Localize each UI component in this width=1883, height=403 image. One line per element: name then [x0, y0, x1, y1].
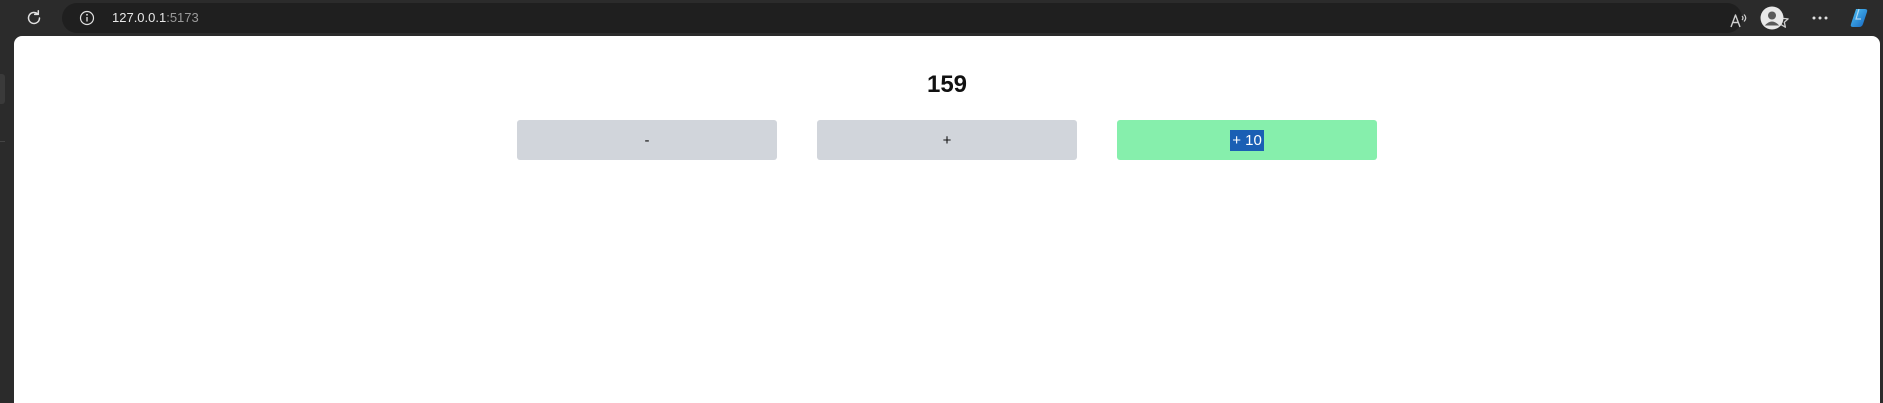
reload-icon	[27, 10, 41, 25]
info-icon[interactable]	[79, 10, 95, 26]
reload-button[interactable]	[22, 6, 46, 30]
decrement-button-label: -	[644, 131, 650, 149]
copilot-button[interactable]	[1848, 6, 1872, 30]
profile-icon	[1760, 6, 1784, 30]
copilot-icon	[1850, 8, 1868, 27]
url-host: 127.0.0.1	[112, 10, 167, 25]
read-aloud-icon	[1730, 14, 1747, 28]
page-viewport: 159 - + + 10	[14, 36, 1880, 403]
sidebar-edge-divider	[0, 141, 5, 142]
address-bar[interactable]: 127.0.0.1:5173	[62, 3, 1789, 33]
more-button[interactable]	[1808, 6, 1832, 30]
browser-window: 127.0.0.1:5173 159 - + + 10	[0, 0, 1883, 403]
counter-value: 159	[926, 71, 968, 98]
profile-button[interactable]	[1760, 6, 1784, 30]
increment-ten-button-label: + 10	[1230, 129, 1264, 151]
sidebar-edge-tab[interactable]	[0, 74, 5, 104]
more-icon	[1812, 16, 1828, 20]
increment-button[interactable]: +	[817, 120, 1077, 160]
decrement-button[interactable]: -	[517, 120, 777, 160]
url-port: :5173	[166, 10, 199, 25]
url-text[interactable]: 127.0.0.1:5173	[112, 10, 199, 26]
read-aloud-button[interactable]	[1727, 9, 1751, 33]
increment-ten-button[interactable]: + 10	[1117, 120, 1377, 160]
browser-toolbar: 127.0.0.1:5173	[0, 0, 1883, 36]
increment-button-label: +	[942, 131, 952, 149]
